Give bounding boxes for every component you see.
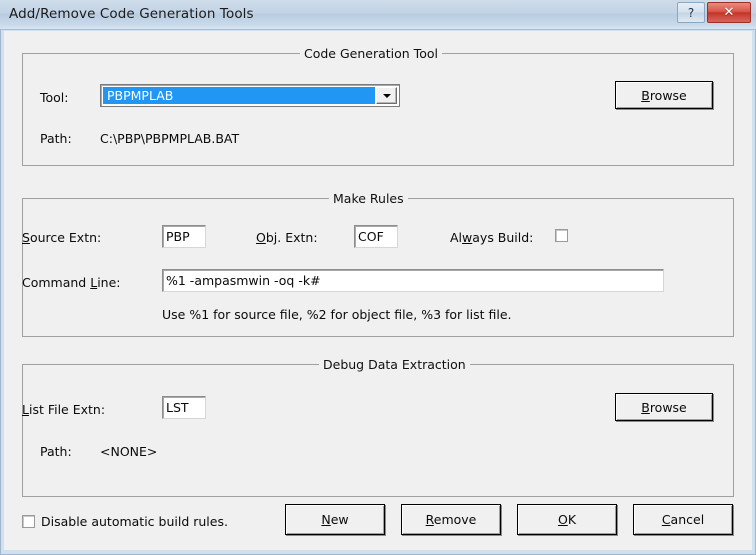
list-file-extn-label-rest: ist File Extn: [29,402,105,417]
new-button[interactable]: New [285,504,385,535]
command-line-hint: Use %1 for source file, %2 for object fi… [162,307,512,322]
browse-tool-accel: B [641,88,650,103]
list-file-extn-accel: L [22,402,29,417]
ok-button-label-rest: K [568,512,576,527]
caption-buttons: ? ✕ [677,2,751,23]
chevron-down-icon [383,94,391,98]
browse-tool-label-rest: rowse [650,88,687,103]
code-gen-path-label: Path: [40,132,72,146]
tool-combobox-value: PBPMPLAB [103,87,375,104]
new-button-accel: N [321,512,330,527]
tool-label: Tool: [40,91,69,105]
always-build-label: Always Build: [450,231,533,245]
group-code-generation-tool: Code Generation Tool [22,53,734,166]
group-debug-data-extraction: Debug Data Extraction [22,364,734,497]
obj-extn-label-rest: bj. Extn: [266,230,318,245]
tool-combobox-dropdown-button[interactable] [376,87,397,104]
disable-auto-build-checkbox-box[interactable] [22,515,35,528]
group-title-make-rules: Make Rules [329,191,408,206]
cancel-button-label: Cancel [662,512,704,527]
always-build-accel: w [462,230,472,245]
cancel-button-accel: C [662,512,671,527]
question-mark-icon: ? [688,6,694,20]
remove-button[interactable]: Remove [401,504,501,535]
disable-auto-build-label: Disable automatic build rules. [41,514,228,529]
always-build-label-rest: ays Build: [472,230,533,245]
title-bar[interactable]: Add/Remove Code Generation Tools ? ✕ [0,0,756,30]
source-extn-accel: S [22,230,30,245]
command-line-label: Command Line: [22,276,121,290]
new-button-label: New [321,512,348,527]
obj-extn-label: Obj. Extn: [256,231,318,245]
list-file-extn-label: List File Extn: [22,403,105,417]
debug-path-label: Path: [40,445,72,459]
debug-path-value: <NONE> [100,445,157,459]
cancel-button[interactable]: Cancel [633,504,733,535]
source-extn-label: Source Extn: [22,231,101,245]
source-extn-label-rest: ource Extn: [30,230,101,245]
window-title: Add/Remove Code Generation Tools [9,6,254,22]
browse-list-file-accel: B [641,400,650,415]
cancel-button-label-rest: ancel [671,512,705,527]
remove-button-accel: R [426,512,434,527]
help-button[interactable]: ? [677,2,705,23]
dialog-client-area: Code Generation Tool Tool: PBPMPLAB Brow… [4,31,752,550]
browse-tool-button-label: Browse [641,88,687,103]
command-line-label-pre: Command [22,275,90,290]
new-button-label-rest: ew [331,512,349,527]
always-build-checkbox[interactable] [555,229,568,242]
close-icon: ✕ [724,5,735,20]
command-line-label-rest: ine: [97,275,120,290]
remove-button-label-rest: emove [434,512,477,527]
obj-extn-input[interactable]: COF [354,225,398,248]
browse-tool-button[interactable]: Browse [615,81,713,109]
group-title-code-generation-tool: Code Generation Tool [300,46,442,61]
close-button[interactable]: ✕ [707,2,751,23]
always-build-label-pre: Al [450,230,462,245]
disable-auto-build-checkbox[interactable]: Disable automatic build rules. [22,514,228,529]
ok-button-label: OK [558,512,576,527]
browse-list-file-button-label: Browse [641,400,687,415]
dialog-window: Add/Remove Code Generation Tools ? ✕ Cod… [0,0,756,555]
remove-button-label: Remove [426,512,477,527]
ok-button-accel: O [558,512,568,527]
always-build-checkbox-box[interactable] [555,229,568,242]
browse-list-file-label-rest: rowse [650,400,687,415]
list-file-extn-input[interactable]: LST [162,396,206,419]
command-line-input[interactable]: %1 -ampasmwin -oq -k# [162,269,664,292]
tool-combobox[interactable]: PBPMPLAB [100,84,400,107]
obj-extn-accel: O [256,230,266,245]
source-extn-input[interactable]: PBP [162,225,206,248]
group-title-debug-data-extraction: Debug Data Extraction [319,357,470,372]
ok-button[interactable]: OK [517,504,617,535]
browse-list-file-button[interactable]: Browse [615,393,713,421]
code-gen-path-value: C:\PBP\PBPMPLAB.BAT [100,132,239,146]
